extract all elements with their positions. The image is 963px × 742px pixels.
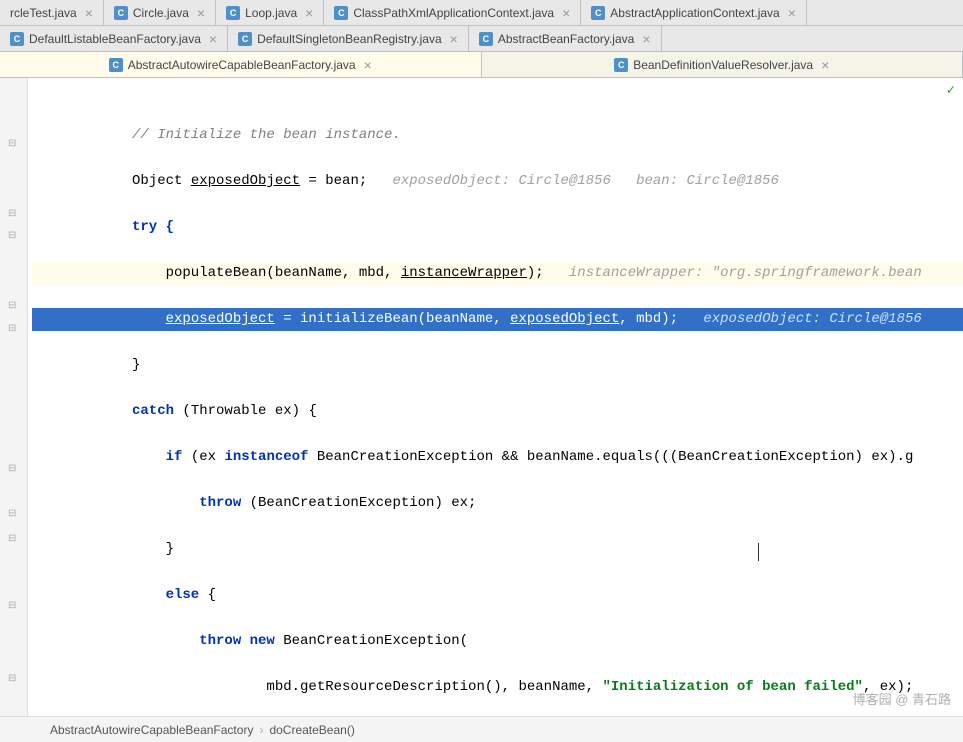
tab-label: ClassPathXmlApplicationContext.java [353, 6, 554, 20]
code-comment: // Initialize the bean instance. [132, 127, 401, 143]
java-class-icon: C [109, 58, 123, 72]
breadcrumb-method[interactable]: doCreateBean() [269, 723, 354, 737]
close-icon[interactable]: × [85, 5, 93, 21]
tab-label: DefaultListableBeanFactory.java [29, 32, 201, 46]
java-class-icon: C [591, 6, 605, 20]
tab-label: AbstractBeanFactory.java [498, 32, 635, 46]
close-icon[interactable]: × [642, 31, 650, 47]
tab-abstractbeanfactory[interactable]: C AbstractBeanFactory.java × [469, 26, 662, 51]
close-icon[interactable]: × [305, 5, 313, 21]
fold-icon[interactable]: ⊟ [8, 673, 18, 683]
watermark: 博客园 @ 青石路 [853, 689, 951, 708]
tab-defaultsingleton[interactable]: C DefaultSingletonBeanRegistry.java × [228, 26, 469, 51]
close-icon[interactable]: × [450, 31, 458, 47]
java-class-icon: C [479, 32, 493, 46]
close-icon[interactable]: × [562, 5, 570, 21]
fold-icon[interactable]: ⊟ [8, 208, 18, 218]
text-cursor [758, 543, 759, 561]
close-icon[interactable]: × [364, 57, 372, 73]
tab-label: Circle.java [133, 6, 189, 20]
breadcrumb-class[interactable]: AbstractAutowireCapableBeanFactory [50, 723, 253, 737]
tab-label: BeanDefinitionValueResolver.java [633, 58, 813, 72]
breadcrumb-separator-icon: › [259, 723, 263, 737]
close-icon[interactable]: × [209, 31, 217, 47]
execution-line: exposedObject = initializeBean(beanName,… [32, 308, 963, 331]
breadcrumb[interactable]: AbstractAutowireCapableBeanFactory › doC… [0, 716, 963, 742]
fold-icon[interactable]: ⊟ [8, 138, 18, 148]
tab-label: DefaultSingletonBeanRegistry.java [257, 32, 442, 46]
tab-bar-row-2: C DefaultListableBeanFactory.java × C Defau… [0, 26, 963, 52]
close-icon[interactable]: × [821, 57, 829, 73]
tab-label: AbstractAutowireCapableBeanFactory.java [128, 58, 356, 72]
close-icon[interactable]: × [788, 5, 796, 21]
tab-rcletest[interactable]: rcleTest.java × [0, 0, 104, 25]
tab-label: rcleTest.java [10, 6, 77, 20]
java-class-icon: C [614, 58, 628, 72]
java-class-icon: C [10, 32, 24, 46]
java-class-icon: C [226, 6, 240, 20]
code-area[interactable]: ✓ // Initialize the bean instance. Objec… [28, 78, 963, 716]
fold-icon[interactable]: ⊟ [8, 600, 18, 610]
close-icon[interactable]: × [197, 5, 205, 21]
gutter[interactable]: ⊟ ⊟ ⊟ ⊟ ⊟ ⊟ ⊟ ⊟ ⊟ ⊟ [0, 78, 28, 716]
fold-icon[interactable]: ⊟ [8, 300, 18, 310]
tab-bar-row-1: rcleTest.java × C Circle.java × C Loop.java ×… [0, 0, 963, 26]
java-class-icon: C [114, 6, 128, 20]
tab-classpathxml[interactable]: C ClassPathXmlApplicationContext.java × [324, 0, 581, 25]
fold-icon[interactable]: ⊟ [8, 230, 18, 240]
tab-abstractappctx[interactable]: C AbstractApplicationContext.java × [581, 0, 807, 25]
java-class-icon: C [238, 32, 252, 46]
fold-icon[interactable]: ⊟ [8, 508, 18, 518]
tab-label: Loop.java [245, 6, 297, 20]
tab-bar-row-3: C AbstractAutowireCapableBeanFactory.java… [0, 52, 963, 78]
tab-beandefresolver[interactable]: C BeanDefinitionValueResolver.java × [482, 52, 963, 77]
fold-icon[interactable]: ⊟ [8, 323, 18, 333]
tab-abstractautowire[interactable]: C AbstractAutowireCapableBeanFactory.java… [0, 52, 482, 77]
fold-icon[interactable]: ⊟ [8, 463, 18, 473]
inspection-ok-icon[interactable]: ✓ [947, 80, 955, 103]
tab-label: AbstractApplicationContext.java [610, 6, 779, 20]
tab-circle[interactable]: C Circle.java × [104, 0, 216, 25]
tab-loop[interactable]: C Loop.java × [216, 0, 324, 25]
java-class-icon: C [334, 6, 348, 20]
tab-defaultlistable[interactable]: C DefaultListableBeanFactory.java × [0, 26, 228, 51]
editor: ⊟ ⊟ ⊟ ⊟ ⊟ ⊟ ⊟ ⊟ ⊟ ⊟ ✓ // Initialize the … [0, 78, 963, 716]
fold-icon[interactable]: ⊟ [8, 533, 18, 543]
